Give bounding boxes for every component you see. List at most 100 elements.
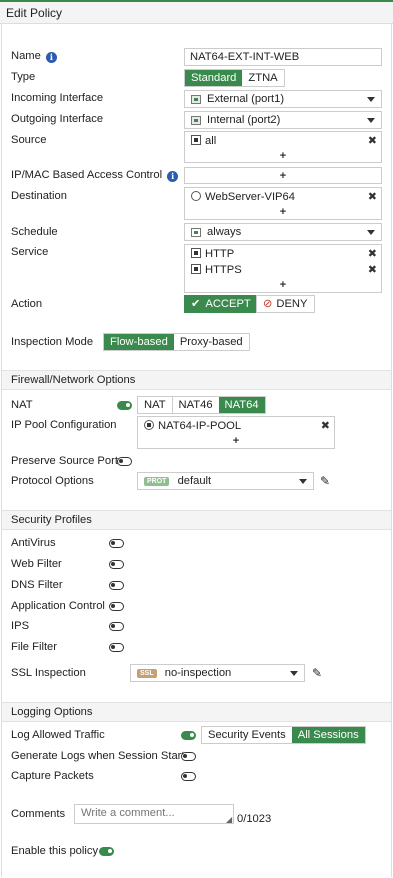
protocol-options-value: default [177,475,212,487]
service-field[interactable]: HTTP ✖ HTTPS ✖ + [184,244,382,293]
add-ipmac-button[interactable]: + [185,170,381,182]
dns-filter-toggle[interactable] [109,581,124,590]
address-icon [191,135,201,145]
ips-toggle[interactable] [109,622,124,631]
info-icon[interactable]: i [45,52,57,63]
chevron-down-icon [290,671,298,676]
ipmac-field[interactable]: + [184,167,382,184]
proxy-based-option[interactable]: Proxy-based [173,334,249,350]
schedule-value: always [207,226,242,238]
comments-label: Comments [11,808,66,820]
comment-counter: 0/1023 [237,813,272,825]
nat-toggle[interactable] [117,401,132,410]
service-entry: HTTPS [191,264,242,276]
accept-button[interactable]: ✔ ACCEPT [184,295,257,313]
service-entry-label: HTTPS [205,264,242,276]
log-allowed-traffic-label: Log Allowed Traffic [11,729,105,741]
source-entry-label: all [205,135,217,147]
nat-label: NAT [11,399,33,411]
resize-handle-icon[interactable]: ◢ [226,815,232,824]
type-selector[interactable]: Standard ZTNA [184,69,285,87]
remove-icon[interactable]: ✖ [368,263,377,276]
service-label: Service [11,246,49,258]
web-filter-toggle[interactable] [109,560,124,569]
check-icon: ✔ [191,298,201,310]
ssl-badge: SSL [137,669,157,678]
flow-based-option[interactable]: Flow-based [104,334,174,350]
logging-section-header: Logging Options [2,702,391,722]
nat46-option[interactable]: NAT46 [171,397,219,413]
security-section-header: Security Profiles [2,510,391,530]
type-ztna-option[interactable]: ZTNA [242,70,284,86]
ip-pool-label: IP Pool Configuration [11,419,117,431]
file-filter-toggle[interactable] [109,643,124,652]
outgoing-interface-select[interactable]: Internal (port2) [184,111,382,129]
type-standard-option[interactable]: Standard [185,70,243,86]
generate-logs-toggle[interactable] [181,752,196,761]
edit-icon[interactable]: ✎ [312,666,322,680]
nat-type-selector[interactable]: NAT NAT46 NAT64 [137,396,266,414]
inspection-mode-selector[interactable]: Flow-based Proxy-based [103,333,250,351]
ssl-inspection-value: no-inspection [164,667,232,679]
ip-pool-entry: NAT64-IP-POOL [144,420,241,432]
remove-icon[interactable]: ✖ [368,134,377,147]
antivirus-toggle[interactable] [109,539,124,548]
schedule-select[interactable]: always [184,223,382,241]
remove-icon[interactable]: ✖ [368,247,377,260]
accept-label: ACCEPT [205,298,251,310]
application-control-toggle[interactable] [109,602,124,611]
action-label: Action [11,298,43,310]
ssl-inspection-select[interactable]: SSL no-inspection [130,664,305,682]
source-label: Source [11,134,47,146]
nat64-option[interactable]: NAT64 [218,397,265,413]
comments-input[interactable] [74,804,234,824]
vip-icon [191,191,201,201]
chevron-down-icon [299,479,307,484]
outgoing-interface-value: Internal (port2) [207,114,281,126]
remove-icon[interactable]: ✖ [368,190,377,203]
add-destination-button[interactable]: + [185,206,381,218]
ip-pool-field[interactable]: NAT64-IP-POOL ✖ + [137,416,335,449]
remove-icon[interactable]: ✖ [321,419,330,432]
nat-option[interactable]: NAT [138,397,172,413]
destination-field[interactable]: WebServer-VIP64 ✖ + [184,187,382,220]
interface-icon [191,116,201,125]
add-service-button[interactable]: + [185,279,381,291]
info-icon[interactable]: i [167,171,179,182]
enable-policy-label: Enable this policy [11,845,99,857]
web-filter-label: Web Filter [11,558,62,570]
destination-entry: WebServer-VIP64 [191,191,295,203]
log-allowed-traffic-toggle[interactable] [181,731,196,740]
service-entry: HTTP [191,248,234,260]
name-label-text: Name [11,50,41,62]
edit-icon[interactable]: ✎ [320,474,330,488]
inspection-mode-label: Inspection Mode [11,336,94,348]
ip-pool-icon [144,420,154,430]
protocol-options-select[interactable]: PROT default [137,472,314,490]
service-entry-label: HTTP [205,248,235,260]
security-events-option[interactable]: Security Events [202,727,292,743]
outgoing-interface-label: Outgoing Interface [11,113,104,125]
chevron-down-icon [367,230,375,235]
destination-entry-label: WebServer-VIP64 [205,191,295,203]
deny-icon: ⊘ [263,298,273,310]
ip-pool-entry-label: NAT64-IP-POOL [158,420,242,432]
all-sessions-option[interactable]: All Sessions [291,727,365,743]
deny-label: DENY [276,298,308,310]
incoming-interface-value: External (port1) [207,93,285,105]
enable-policy-toggle[interactable] [99,847,114,856]
log-mode-selector[interactable]: Security Events All Sessions [201,726,366,744]
schedule-label: Schedule [11,226,58,238]
incoming-interface-select[interactable]: External (port1) [184,90,382,108]
dns-filter-label: DNS Filter [11,579,63,591]
deny-button[interactable]: ⊘ DENY [256,295,315,313]
capture-packets-toggle[interactable] [181,772,196,781]
preserve-source-port-toggle[interactable] [117,457,132,466]
antivirus-label: AntiVirus [11,537,56,549]
add-ip-pool-button[interactable]: + [138,435,334,447]
add-source-button[interactable]: + [185,150,381,162]
destination-label: Destination [11,190,67,202]
source-field[interactable]: all ✖ + [184,131,382,163]
name-input[interactable] [184,48,382,66]
incoming-interface-label: Incoming Interface [11,92,104,104]
